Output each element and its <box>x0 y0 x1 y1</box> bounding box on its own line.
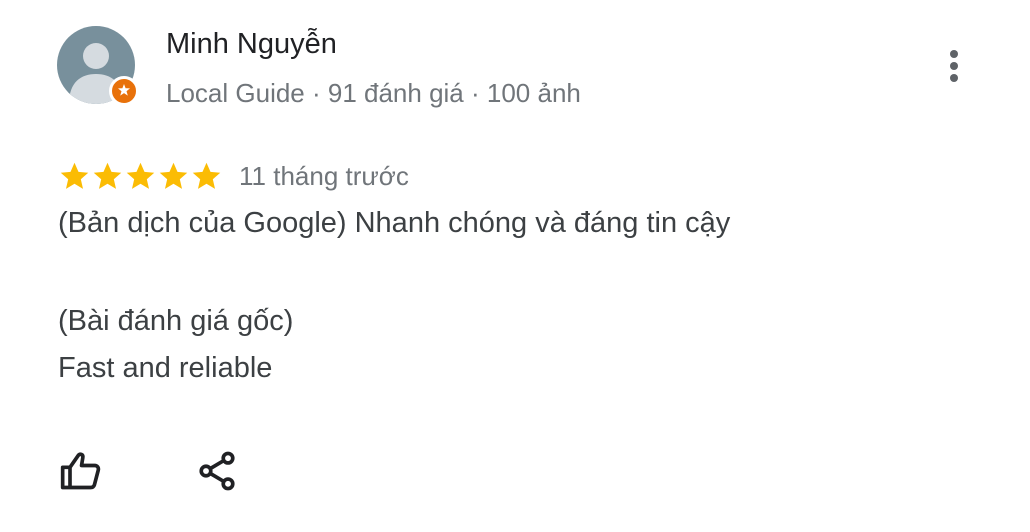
avatar[interactable] <box>57 26 139 106</box>
review-original-text: Fast and reliable <box>58 352 273 384</box>
more-options-button[interactable] <box>936 44 972 88</box>
local-guide-star-icon <box>109 76 139 106</box>
star-icon <box>192 162 221 189</box>
star-icon <box>126 162 155 189</box>
star-icon <box>159 162 188 189</box>
author-meta: Local Guide · 91 đánh giá · 100 ảnh <box>166 78 581 108</box>
thumbs-up-icon <box>60 452 101 490</box>
like-button[interactable] <box>57 447 105 495</box>
share-icon <box>199 451 235 491</box>
rating-row: 11 tháng trước <box>58 156 409 196</box>
original-review-label: (Bài đánh giá gốc) <box>58 305 294 337</box>
author-name[interactable]: Minh Nguyễn <box>166 28 337 61</box>
star-rating <box>58 160 223 193</box>
more-vert-icon <box>950 50 958 82</box>
review-time: 11 tháng trước <box>239 160 409 191</box>
share-button[interactable] <box>193 447 241 495</box>
review-card: Minh Nguyễn Local Guide · 91 đánh giá · … <box>0 0 1030 532</box>
review-translated-text: (Bản dịch của Google) Nhanh chóng và đán… <box>58 207 731 239</box>
star-icon <box>93 162 122 189</box>
star-icon <box>60 162 89 189</box>
